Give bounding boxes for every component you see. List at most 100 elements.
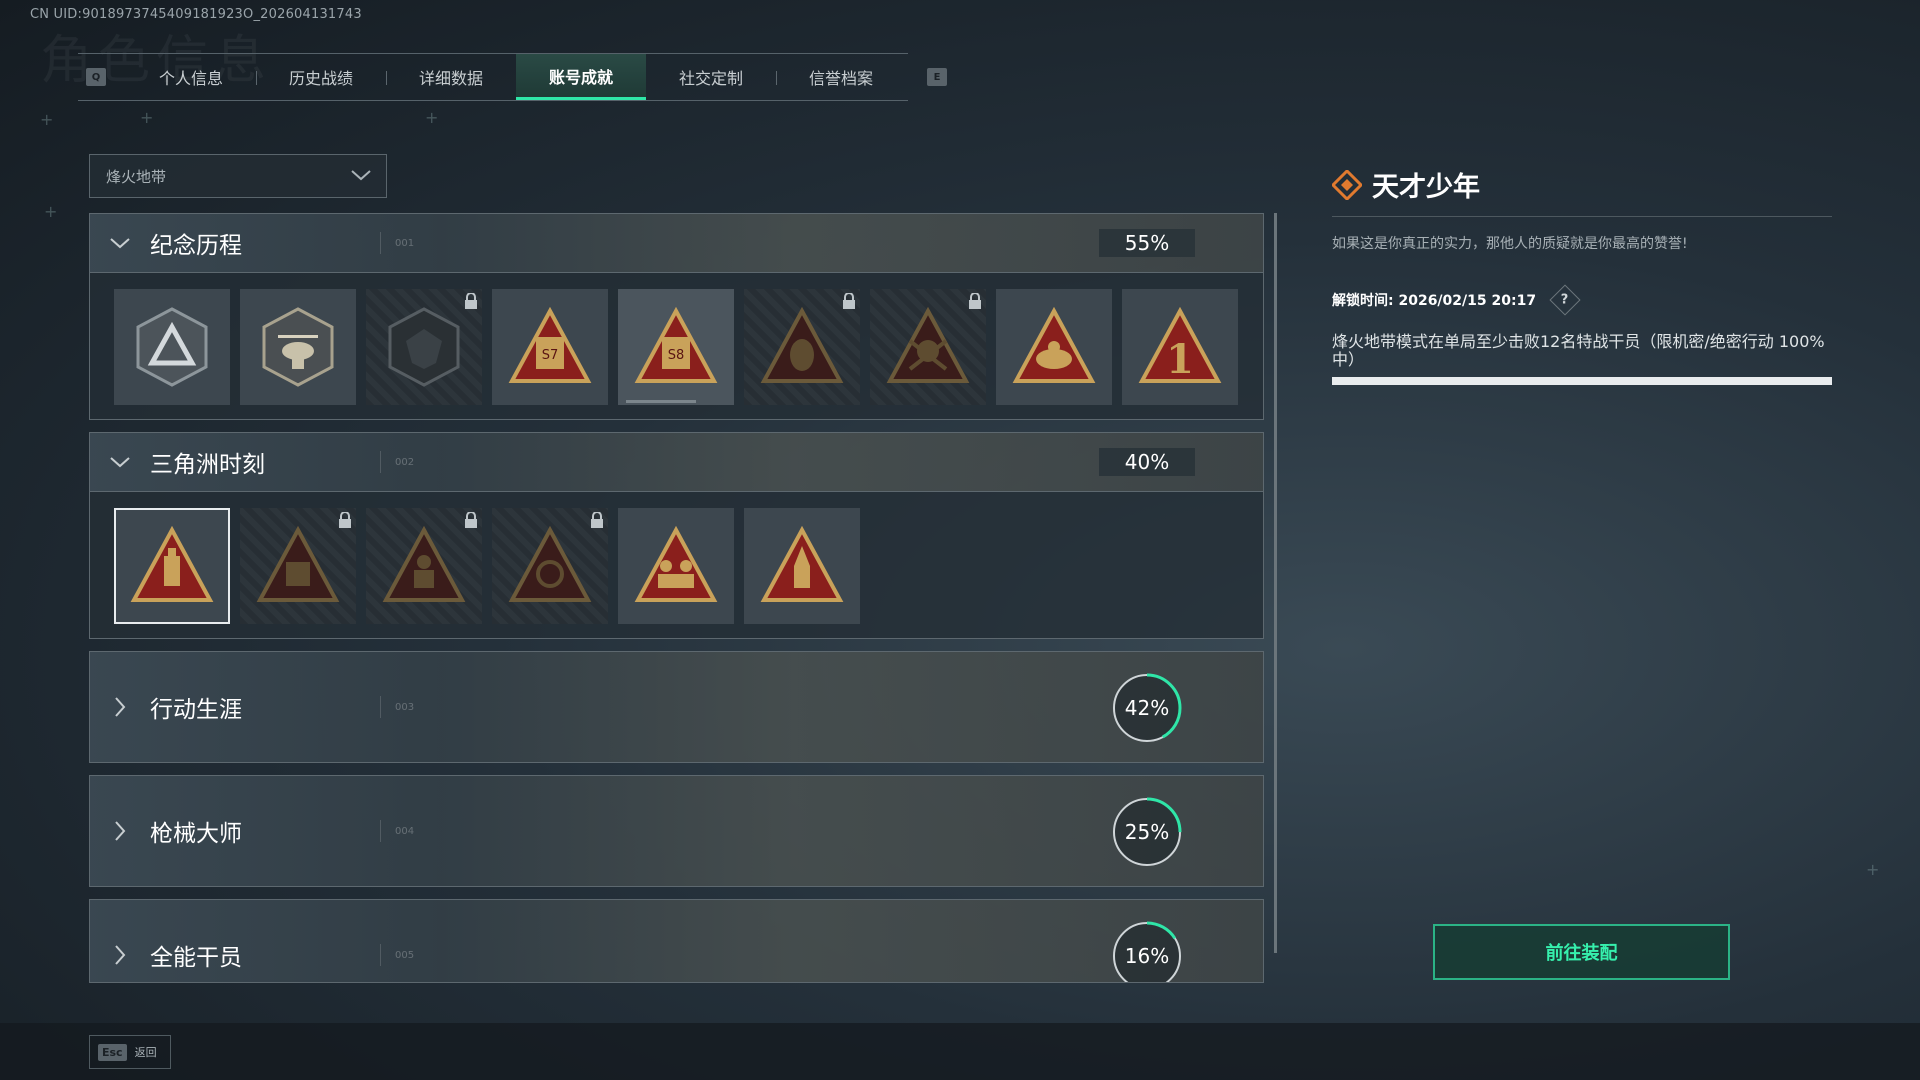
diamond-emblem-icon [1332, 169, 1362, 200]
chevron-right-icon [115, 697, 126, 717]
achievement-progress-bar [1332, 377, 1832, 385]
chevron-right-icon [115, 821, 126, 841]
category-code: 004 [395, 825, 415, 837]
tab-detailed-data[interactable]: 详细数据 [386, 54, 516, 100]
lock-icon [969, 293, 981, 309]
category-header[interactable]: 全能干员 005 16% [90, 900, 1263, 982]
category-percent: 16% [1124, 944, 1170, 968]
help-icon[interactable]: ? [1549, 284, 1581, 316]
category-code: 001 [395, 237, 415, 249]
category-percent: 42% [1124, 696, 1170, 720]
achievement-badge[interactable] [618, 508, 734, 624]
crosshair-decoration: + [1866, 860, 1880, 879]
badge-grid [90, 491, 1263, 638]
achievement-badge[interactable]: S7 [492, 289, 608, 405]
category-panel-collapsed: 枪械大师 004 25% [89, 775, 1264, 887]
category-code: 005 [395, 949, 415, 961]
mode-dropdown-value: 烽火地带 [106, 167, 167, 186]
tank-emblem-icon [508, 526, 592, 602]
category-header[interactable]: 三角洲时刻 002 40% [90, 433, 1263, 491]
category-percent: 40% [1099, 448, 1195, 476]
shield-emblem-icon [388, 307, 460, 387]
hands-emblem-icon [1012, 307, 1096, 383]
tab-social-custom[interactable]: 社交定制 [646, 54, 776, 100]
category-header[interactable]: 纪念历程 001 55% [90, 214, 1263, 272]
achievement-badge[interactable] [114, 289, 230, 405]
achievement-badge[interactable] [744, 508, 860, 624]
tab-achievements[interactable]: 账号成就 [516, 54, 646, 100]
season-57-emblem-icon: S7 [508, 307, 592, 383]
category-name: 纪念历程 [150, 233, 242, 259]
unlock-time: 解锁时间: 2026/02/15 20:17 [1332, 293, 1537, 309]
achievement-badge[interactable] [240, 289, 356, 405]
rocket-emblem-icon [760, 526, 844, 602]
crosshair-decoration: + [140, 108, 154, 127]
category-name: 全能干员 [150, 945, 242, 971]
mode-dropdown[interactable]: 烽火地带 [89, 154, 387, 198]
category-panel-collapsed: 全能干员 005 16% [89, 899, 1264, 983]
chevron-right-icon [115, 945, 126, 965]
back-button[interactable]: Esc 返回 [89, 1035, 171, 1069]
category-panel: 三角洲时刻 002 40% [89, 432, 1264, 639]
category-percent: 55% [1099, 229, 1195, 257]
progress-ring: 16% [1111, 920, 1183, 982]
tab-match-history[interactable]: 历史战绩 [256, 54, 386, 100]
achievement-badge[interactable]: 1 [1122, 289, 1238, 405]
achievement-badge[interactable] [996, 289, 1112, 405]
achievement-requirement: 烽火地带模式在单局至少击败12名特战干员（限机密/绝密行动 100% 中） [1332, 332, 1825, 369]
achievement-badge-locked[interactable] [366, 289, 482, 405]
tab-bar: Q 个人信息 历史战绩 详细数据 账号成就 社交定制 信誉档案 [78, 53, 908, 101]
soldier-emblem-icon [382, 526, 466, 602]
badge-label: S7 [542, 348, 559, 363]
category-percent: 25% [1124, 820, 1170, 844]
category-code: 003 [395, 701, 415, 713]
bottom-bar [0, 1023, 1920, 1080]
achievement-badge-locked[interactable] [870, 289, 986, 405]
progress-ring: 42% [1111, 672, 1183, 744]
tab-personal-info[interactable]: 个人信息 [126, 54, 256, 100]
lock-icon [591, 512, 603, 528]
bottle-emblem-icon [130, 526, 214, 602]
mask-emblem-icon [760, 307, 844, 383]
skull-emblem-icon [886, 307, 970, 383]
achievement-detail-panel: 天才少年 如果这是你真正的实力，那他人的质疑就是你最高的赞誉! 解锁时间: 20… [1332, 165, 1832, 385]
next-tab-key[interactable]: E [927, 68, 947, 86]
chevron-down-icon [110, 238, 130, 249]
badge-label: S8 [668, 348, 685, 363]
category-header[interactable]: 行动生涯 003 42% [90, 652, 1263, 762]
category-header[interactable]: 枪械大师 004 25% [90, 776, 1263, 886]
list-scrollbar[interactable] [1274, 213, 1277, 953]
badge-progress-bar [626, 400, 696, 403]
category-name: 枪械大师 [150, 821, 242, 847]
lock-icon [465, 293, 477, 309]
category-panel: 纪念历程 001 55% S7 S8 1 [89, 213, 1264, 420]
lock-icon [465, 512, 477, 528]
lock-icon [843, 293, 855, 309]
go-equip-button[interactable]: 前往装配 [1433, 924, 1730, 980]
achievement-badge-locked[interactable] [366, 508, 482, 624]
achievement-title: 天才少年 [1372, 172, 1480, 203]
tab-reputation[interactable]: 信誉档案 [776, 54, 906, 100]
achievement-badge-locked[interactable] [492, 508, 608, 624]
esc-key-icon: Esc [98, 1043, 127, 1061]
robot-emblem-icon [256, 526, 340, 602]
achievement-badge-selected[interactable] [114, 508, 230, 624]
achievement-badge[interactable]: S8 [618, 289, 734, 405]
crosshair-decoration: + [44, 202, 58, 221]
triangle-emblem-icon [136, 307, 208, 387]
badge-label: 1 [1166, 336, 1194, 383]
achievement-badge-locked[interactable] [744, 289, 860, 405]
achievement-title-row: 天才少年 [1332, 165, 1832, 217]
lock-icon [339, 512, 351, 528]
achievement-description: 如果这是你真正的实力，那他人的质疑就是你最高的赞誉! [1332, 236, 1688, 252]
progress-ring: 25% [1111, 796, 1183, 868]
badge-grid: S7 S8 1 [90, 272, 1263, 419]
prev-tab-key[interactable]: Q [86, 68, 106, 86]
achievement-badge-locked[interactable] [240, 508, 356, 624]
back-label: 返回 [134, 1046, 157, 1059]
unlock-time-row: 解锁时间: 2026/02/15 20:17 ? [1332, 284, 1832, 316]
category-name: 行动生涯 [150, 697, 242, 723]
category-code: 002 [395, 456, 415, 468]
category-name: 三角洲时刻 [150, 452, 265, 478]
season-58-emblem-icon: S8 [634, 307, 718, 383]
